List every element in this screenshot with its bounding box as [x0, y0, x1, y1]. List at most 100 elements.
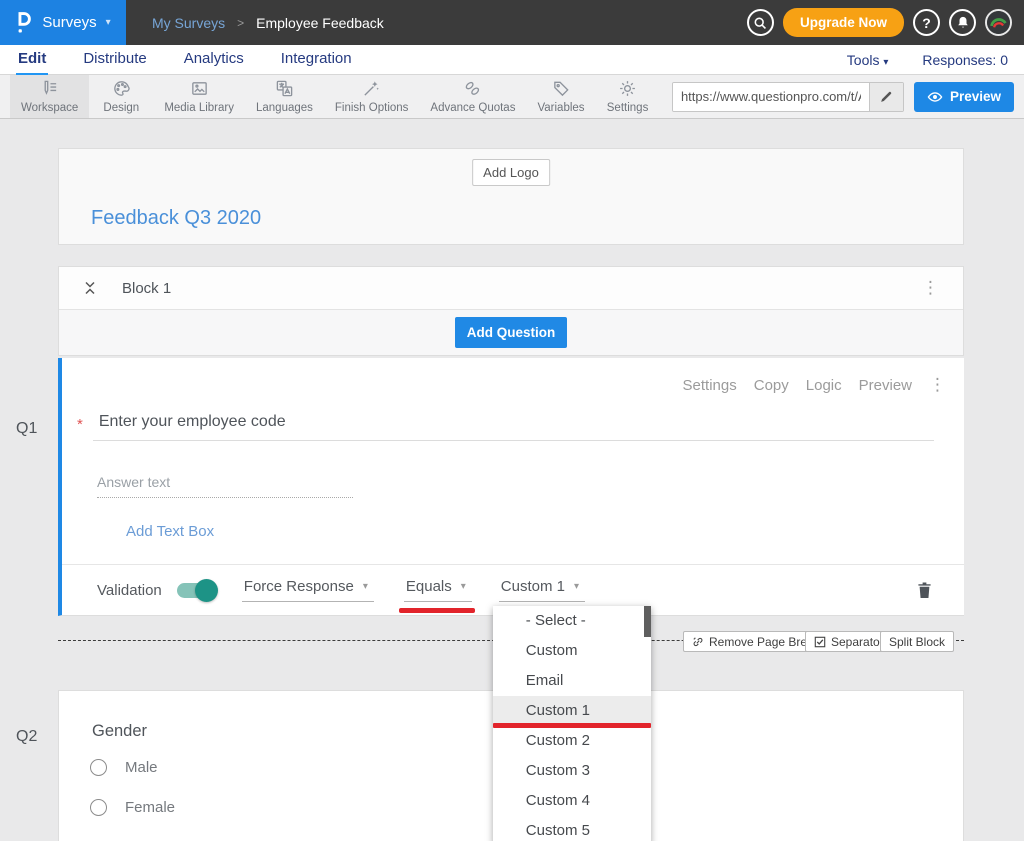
avatar[interactable] [985, 9, 1012, 36]
languages-icon [275, 79, 294, 101]
add-logo-button[interactable]: Add Logo [472, 159, 550, 186]
tabbar-right: Tools ▾ Responses: 0 [847, 52, 1008, 68]
menu-item-custom1[interactable]: Custom 1 [493, 696, 651, 726]
chevron-down-icon: ▾ [574, 581, 579, 592]
answer-input-line [97, 497, 353, 498]
toolbar-item-media-library[interactable]: Media Library [153, 75, 245, 118]
toolbar-item-finish-options[interactable]: Finish Options [324, 75, 420, 118]
radio-option-male[interactable]: Male [90, 759, 158, 776]
edit-url-button[interactable] [869, 83, 903, 111]
responses-count[interactable]: Responses: 0 [922, 52, 1008, 68]
validation-type-dropdown[interactable]: Custom 1 ▾ - Select - Custom Email Custo… [499, 578, 585, 602]
question1-text-underline [93, 440, 934, 441]
survey-url-input[interactable] [673, 83, 869, 111]
validation-type-menu: - Select - Custom Email Custom 1 Custom … [493, 606, 651, 841]
search-button[interactable] [747, 9, 774, 36]
preview-button[interactable]: Preview [914, 82, 1014, 112]
toolbar-item-workspace[interactable]: Workspace [10, 75, 89, 118]
toolbar-item-variables[interactable]: Variables [526, 75, 595, 118]
add-question-button[interactable]: Add Question [455, 317, 568, 348]
media-library-icon [190, 79, 209, 101]
question-settings-link[interactable]: Settings [683, 377, 737, 394]
tab-distribute[interactable]: Distribute [81, 45, 148, 75]
workspace-icon [40, 79, 59, 101]
question1-text-row: * Enter your employee code [77, 413, 286, 433]
topbar-actions: Upgrade Now ? [747, 8, 1012, 37]
dropdown-scrollbar[interactable] [644, 606, 651, 637]
edit-toolbar: Workspace Design Media Library Languages… [0, 75, 1024, 119]
question2-number: Q2 [16, 728, 37, 746]
chevron-down-icon: ▾ [106, 17, 111, 28]
question-preview-link[interactable]: Preview [859, 377, 912, 394]
topbar: Surveys ▾ My Surveys > Employee Feedback… [0, 0, 1024, 45]
menu-item-custom4[interactable]: Custom 4 [493, 786, 651, 816]
surveys-menu[interactable]: Surveys ▾ [0, 0, 126, 45]
breadcrumb: My Surveys > Employee Feedback [152, 15, 384, 31]
pencil-icon [879, 90, 893, 104]
question1-menu-kebab-icon[interactable]: ⋮ [929, 377, 946, 394]
menu-item-custom2[interactable]: Custom 2 [493, 726, 651, 756]
add-question-strip: Add Question [59, 310, 963, 355]
tab-edit[interactable]: Edit [16, 45, 48, 75]
question1-text[interactable]: Enter your employee code [99, 413, 286, 431]
menu-item-custom5[interactable]: Custom 5 [493, 816, 651, 841]
validation-row: Validation Force Response ▾ Equals ▾ Cus… [62, 564, 964, 615]
required-marker: * [77, 413, 83, 433]
help-button[interactable]: ? [913, 9, 940, 36]
toggle-knob [195, 579, 218, 602]
question1-card: Settings Copy Logic Preview ⋮ * Enter yo… [58, 358, 964, 616]
breadcrumb-separator: > [237, 16, 244, 30]
radio-icon [90, 799, 107, 816]
surveys-menu-label: Surveys [42, 14, 96, 31]
toolbar-item-languages[interactable]: Languages [245, 75, 324, 118]
annotation-underline-equals [399, 608, 475, 613]
block-menu-kebab-icon[interactable]: ⋮ [922, 280, 939, 297]
add-text-box-link[interactable]: Add Text Box [126, 523, 214, 540]
answer-placeholder[interactable]: Answer text [97, 474, 170, 490]
tab-integration[interactable]: Integration [279, 45, 354, 75]
survey-editor-canvas: Q1 Q2 Add Logo Feedback Q3 2020 Block 1 … [0, 119, 1024, 841]
breadcrumb-my-surveys[interactable]: My Surveys [152, 15, 225, 31]
menu-item-select[interactable]: - Select - [493, 606, 651, 636]
annotation-underline-custom1 [493, 723, 651, 728]
block-header: Block 1 ⋮ [59, 267, 963, 310]
search-icon [753, 16, 767, 30]
validation-toggle[interactable] [177, 583, 216, 598]
radio-option-female[interactable]: Female [90, 799, 175, 816]
toolbar-item-settings[interactable]: Settings [596, 75, 660, 118]
menu-item-email[interactable]: Email [493, 666, 651, 696]
variables-icon [552, 79, 571, 101]
toolbar-item-design[interactable]: Design [89, 75, 153, 118]
survey-header-card: Add Logo Feedback Q3 2020 [58, 148, 964, 245]
tab-analytics[interactable]: Analytics [182, 45, 246, 75]
collapse-block-icon[interactable] [83, 280, 97, 296]
force-response-dropdown[interactable]: Force Response ▾ [242, 578, 374, 602]
question-copy-link[interactable]: Copy [754, 377, 789, 394]
questionpro-logo-icon [15, 10, 33, 36]
menu-item-custom[interactable]: Custom [493, 636, 651, 666]
operator-dropdown[interactable]: Equals ▾ [404, 578, 472, 602]
delete-validation-button[interactable] [917, 581, 932, 599]
question-logic-link[interactable]: Logic [806, 377, 842, 394]
checkbox-checked-icon [814, 636, 826, 648]
survey-title[interactable]: Feedback Q3 2020 [91, 207, 261, 230]
toolbar-item-advance-quotas[interactable]: Advance Quotas [419, 75, 526, 118]
question2-text[interactable]: Gender [92, 722, 147, 741]
upgrade-now-button[interactable]: Upgrade Now [783, 8, 904, 37]
section-tabs: Edit Distribute Analytics Integration To… [0, 45, 1024, 75]
survey-url-group [672, 82, 904, 112]
radio-icon [90, 759, 107, 776]
design-icon [112, 79, 131, 101]
menu-item-custom3[interactable]: Custom 3 [493, 756, 651, 786]
question-mark-icon: ? [922, 15, 931, 31]
notifications-button[interactable] [949, 9, 976, 36]
eye-icon [927, 91, 943, 103]
trash-icon [917, 581, 932, 599]
split-block-button[interactable]: Split Block [880, 631, 954, 652]
question1-actions: Settings Copy Logic Preview ⋮ [683, 377, 946, 394]
tools-menu[interactable]: Tools ▾ [847, 52, 889, 68]
bell-icon [956, 15, 970, 30]
block-title[interactable]: Block 1 [122, 280, 171, 297]
unlink-icon [692, 636, 704, 648]
breadcrumb-current: Employee Feedback [256, 15, 384, 31]
